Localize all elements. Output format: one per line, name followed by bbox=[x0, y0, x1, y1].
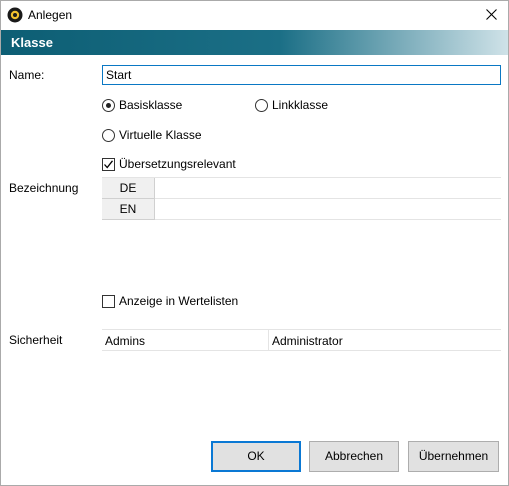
security-label: Sicherheit bbox=[9, 333, 63, 347]
title-bar[interactable]: Anlegen bbox=[1, 1, 508, 30]
section-header: Klasse bbox=[1, 30, 508, 55]
language-grid: DE EN bbox=[102, 177, 501, 220]
ok-button[interactable]: OK bbox=[211, 441, 301, 472]
language-row-en[interactable]: EN bbox=[102, 199, 501, 220]
checkbox-checked bbox=[102, 157, 115, 171]
close-button[interactable] bbox=[474, 1, 508, 30]
radio-circle-selected bbox=[102, 98, 115, 112]
checkmark-icon bbox=[104, 159, 114, 169]
cancel-button[interactable]: Abbrechen bbox=[309, 441, 399, 472]
radio-basisklasse[interactable]: Basisklasse bbox=[102, 98, 182, 112]
radio-virtuelle-klasse[interactable]: Virtuelle Klasse bbox=[102, 128, 202, 142]
apply-button[interactable]: Übernehmen bbox=[408, 441, 499, 472]
checkbox-translation[interactable]: Übersetzungsrelevant bbox=[102, 157, 236, 171]
radio-basisklasse-label: Basisklasse bbox=[119, 98, 183, 112]
radio-virtuelle-label: Virtuelle Klasse bbox=[119, 128, 202, 142]
checkbox-unchecked bbox=[102, 294, 115, 308]
radio-circle bbox=[255, 98, 268, 112]
checkbox-translation-label: Übersetzungsrelevant bbox=[119, 157, 236, 171]
radio-linkklasse-label: Linkklasse bbox=[272, 98, 329, 112]
name-label: Name: bbox=[9, 68, 45, 82]
language-row-de[interactable]: DE bbox=[102, 178, 501, 199]
language-value-de[interactable] bbox=[156, 178, 501, 199]
checkbox-valuelists[interactable]: Anzeige in Wertelisten bbox=[102, 294, 238, 308]
language-code: EN bbox=[102, 199, 155, 220]
window-title: Anlegen bbox=[28, 8, 73, 22]
app-logo-icon bbox=[7, 7, 23, 23]
bezeichnung-label: Bezeichnung bbox=[9, 181, 79, 195]
section-title: Klasse bbox=[11, 35, 53, 50]
security-group: Admins bbox=[102, 330, 269, 351]
radio-linkklasse[interactable]: Linkklasse bbox=[255, 98, 328, 112]
language-value-en[interactable] bbox=[156, 199, 501, 220]
language-code: DE bbox=[102, 178, 155, 199]
security-row[interactable]: Admins Administrator bbox=[102, 329, 501, 351]
checkbox-valuelists-label: Anzeige in Wertelisten bbox=[119, 294, 239, 308]
security-role: Administrator bbox=[272, 334, 343, 348]
close-icon bbox=[485, 8, 497, 23]
name-input[interactable] bbox=[102, 65, 501, 85]
dialog-window: Anlegen Klasse Name: Basisklasse Linkkla… bbox=[0, 0, 509, 486]
radio-circle bbox=[102, 128, 115, 142]
